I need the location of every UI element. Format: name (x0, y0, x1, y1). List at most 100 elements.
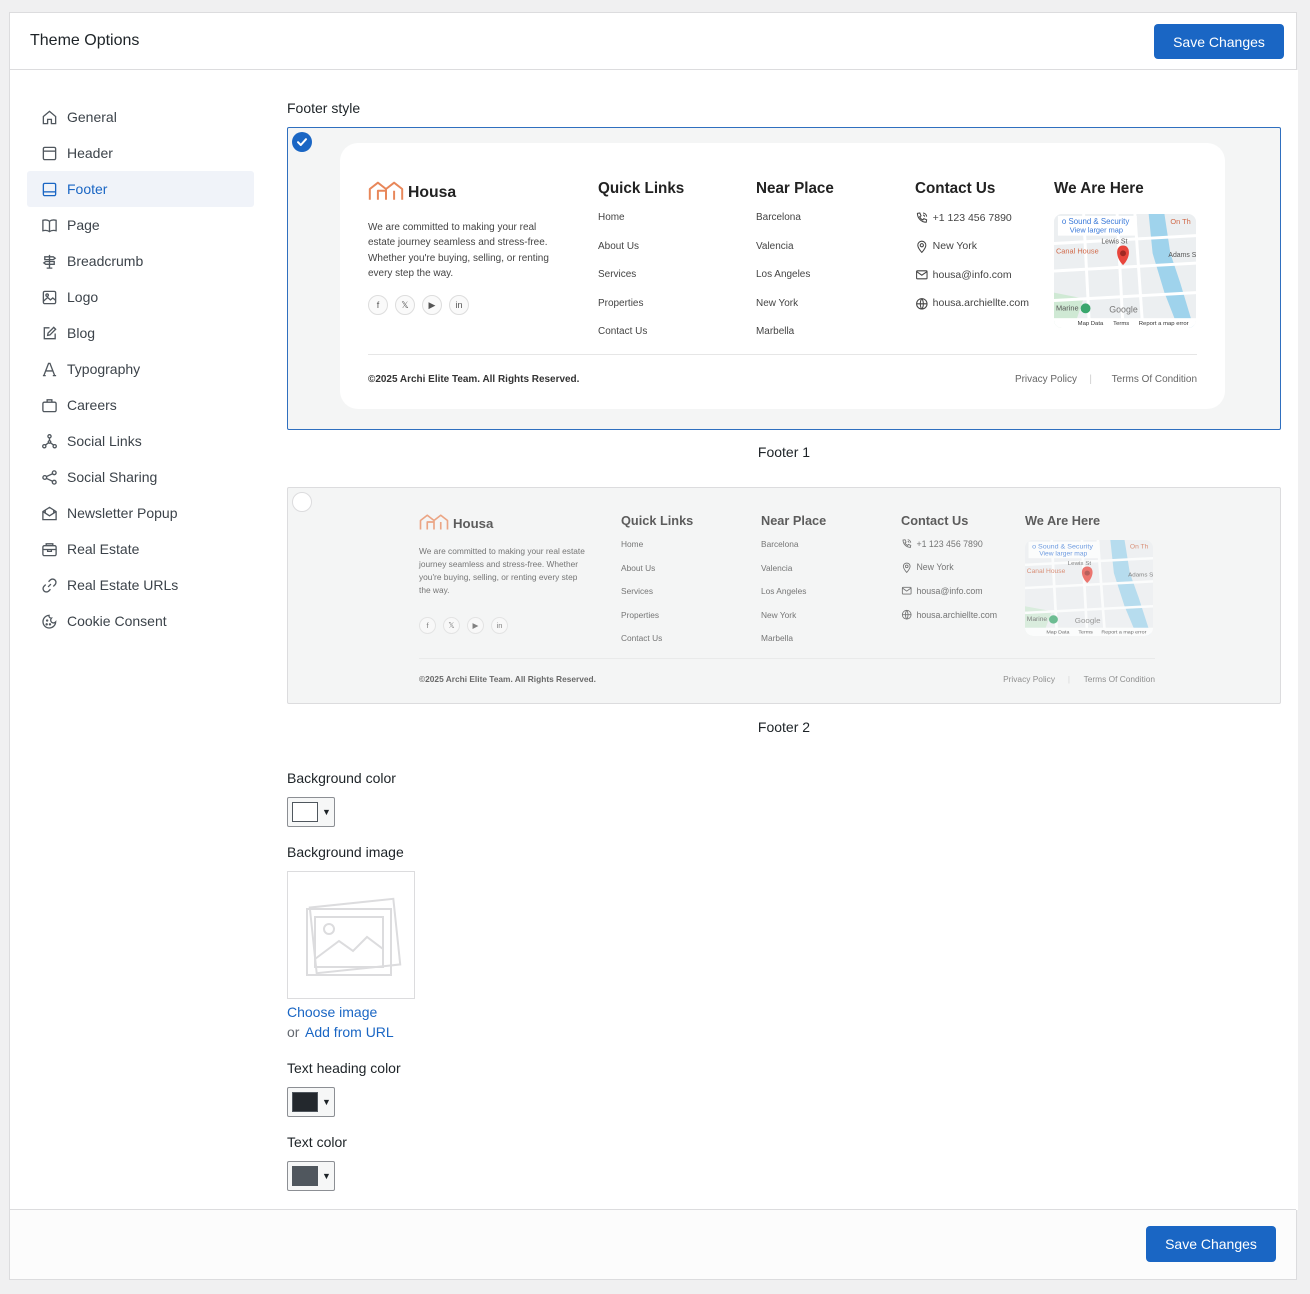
linkedin-icon: in (449, 295, 469, 315)
home-icon (40, 108, 58, 126)
contact-heading: Contact Us (915, 180, 996, 197)
sidebar-item-label: Typography (67, 361, 141, 377)
contact-item: New York (901, 562, 954, 573)
top-bar: Theme Options Save Changes (10, 13, 1296, 70)
sidebar-item-social-sharing[interactable]: Social Sharing (27, 459, 254, 495)
share-icon (40, 468, 58, 486)
background-color-picker[interactable]: ▼ (287, 797, 335, 827)
brand-logo: Housa (419, 513, 493, 534)
near-place-link: Barcelona (761, 539, 799, 549)
youtube-icon: ▶ (422, 295, 442, 315)
quick-links-link: Properties (598, 297, 644, 309)
svg-text:Lewis St: Lewis St (1101, 238, 1127, 245)
svg-text:View larger map: View larger map (1039, 551, 1087, 558)
quick-links-link: About Us (621, 562, 656, 573)
about-text: We are committed to making your real est… (419, 546, 585, 595)
svg-text:o Sound & Security: o Sound & Security (1062, 217, 1129, 226)
near-place-link: Marbella (756, 326, 795, 337)
sidebar-item-label: Logo (67, 289, 99, 305)
footer-preview: Housa We are committed to making your rea… (392, 488, 1182, 703)
svg-text:Adams St: Adams St (1168, 252, 1196, 259)
quick-links-heading: Quick Links (598, 180, 685, 197)
unselected-radio-icon (292, 492, 312, 512)
choose-image-link[interactable]: Choose image (287, 1004, 377, 1020)
sidebar-item-cookie-consent[interactable]: Cookie Consent (27, 603, 254, 639)
footer-2-option[interactable]: Housa We are committed to making your rea… (287, 487, 1281, 704)
linkedin-icon: in (491, 617, 508, 634)
contact-item: New York (915, 240, 977, 254)
sidebar-item-real-estate[interactable]: Real Estate (27, 531, 254, 567)
near-place-link: Barcelona (756, 212, 801, 223)
save-changes-button-bottom[interactable]: Save Changes (1146, 1226, 1276, 1262)
sidebar-item-label: Page (67, 217, 100, 233)
sidebar-item-careers[interactable]: Careers (27, 387, 254, 423)
svg-text:Terms: Terms (1078, 630, 1093, 636)
terms-link: Terms Of Condition (1111, 374, 1197, 385)
background-image-placeholder[interactable] (287, 871, 415, 999)
text-heading-color-picker[interactable]: ▼ (287, 1087, 335, 1117)
sidebar-item-header[interactable]: Header (27, 135, 254, 171)
quick-links-link: Home (598, 212, 625, 223)
contact-item: housa.archiellte.com (915, 297, 1029, 311)
background-color-label: Background color (287, 770, 396, 786)
svg-text:Marine: Marine (1056, 303, 1079, 312)
svg-text:Canal House: Canal House (1056, 246, 1099, 255)
sidebar-item-general[interactable]: General (27, 99, 254, 135)
sidebar-item-label: General (67, 109, 117, 125)
privacy-link: Privacy Policy (1014, 374, 1077, 385)
svg-text:Google: Google (1109, 304, 1138, 314)
contact-text: New York (932, 240, 977, 253)
sidebar-item-newsletter-popup[interactable]: Newsletter Popup (27, 495, 254, 531)
save-changes-button-top[interactable]: Save Changes (1154, 24, 1284, 59)
near-place-link: New York (756, 297, 799, 309)
background-image-label: Background image (287, 844, 404, 860)
divider-bar: | (1067, 674, 1070, 684)
text-color-picker[interactable]: ▼ (287, 1161, 335, 1191)
quick-links-link: Contact Us (598, 326, 648, 337)
contact-item: housa.archiellte.com (901, 609, 997, 620)
social-icons: f 𝕏 ▶ in (368, 295, 469, 315)
cookie-icon (40, 612, 58, 630)
sidebar-item-real-estate-urls[interactable]: Real Estate URLs (27, 567, 254, 603)
sidebar-item-label: Real Estate (67, 541, 140, 557)
sidebar-item-breadcrumb[interactable]: Breadcrumb (27, 243, 254, 279)
brand-name: Housa (408, 184, 457, 202)
sidebar-item-label: Footer (67, 181, 108, 197)
footer-1-option[interactable]: Housa We are committed to making your rea… (287, 127, 1281, 430)
contact-text: New York (916, 562, 954, 573)
sidebar-item-typography[interactable]: Typography (27, 351, 254, 387)
book-icon (40, 216, 58, 234)
phone-icon (902, 539, 912, 548)
contact-text: +1 123 456 7890 (932, 211, 1012, 224)
page-title: Theme Options (30, 32, 140, 49)
about-text: We are committed to making your real est… (368, 222, 549, 280)
image-placeholder-icon (306, 897, 402, 976)
background-color-swatch (292, 802, 318, 822)
theme-options-panel: Theme Options Save Changes General Header… (9, 12, 1298, 1280)
house-logo-icon (368, 180, 404, 207)
text-heading-color-swatch (292, 1092, 318, 1112)
sidebar-item-label: Cookie Consent (67, 613, 167, 629)
mail-icon (901, 587, 912, 595)
main-content: Footer style Housa We are committed to ma… (271, 70, 1298, 1210)
sidebar-item-social-links[interactable]: Social Links (27, 423, 254, 459)
quick-links-link: Services (598, 269, 637, 280)
sidebar-item-blog[interactable]: Blog (27, 315, 254, 351)
add-from-url-link[interactable]: Add from URL (305, 1024, 394, 1040)
sidebar-item-logo[interactable]: Logo (27, 279, 254, 315)
mail-icon (916, 270, 928, 280)
svg-text:On Th: On Th (1130, 543, 1149, 550)
phone-icon (916, 212, 928, 223)
sidebar-item-label: Newsletter Popup (67, 505, 178, 521)
sidebar-item-page[interactable]: Page (27, 207, 254, 243)
near-place-link: New York (761, 609, 797, 620)
text-color-swatch (292, 1166, 318, 1186)
svg-text:On Th: On Th (1170, 217, 1190, 226)
near-place-link: Los Angeles (761, 586, 807, 597)
contact-item: +1 123 456 7890 (901, 538, 983, 549)
contact-item: +1 123 456 7890 (915, 211, 1012, 225)
quick-links-link: Contact Us (621, 633, 663, 644)
or-text: or (287, 1024, 300, 1040)
contact-text: housa.archiellte.com (916, 609, 998, 620)
sidebar-item-footer[interactable]: Footer (27, 171, 254, 207)
